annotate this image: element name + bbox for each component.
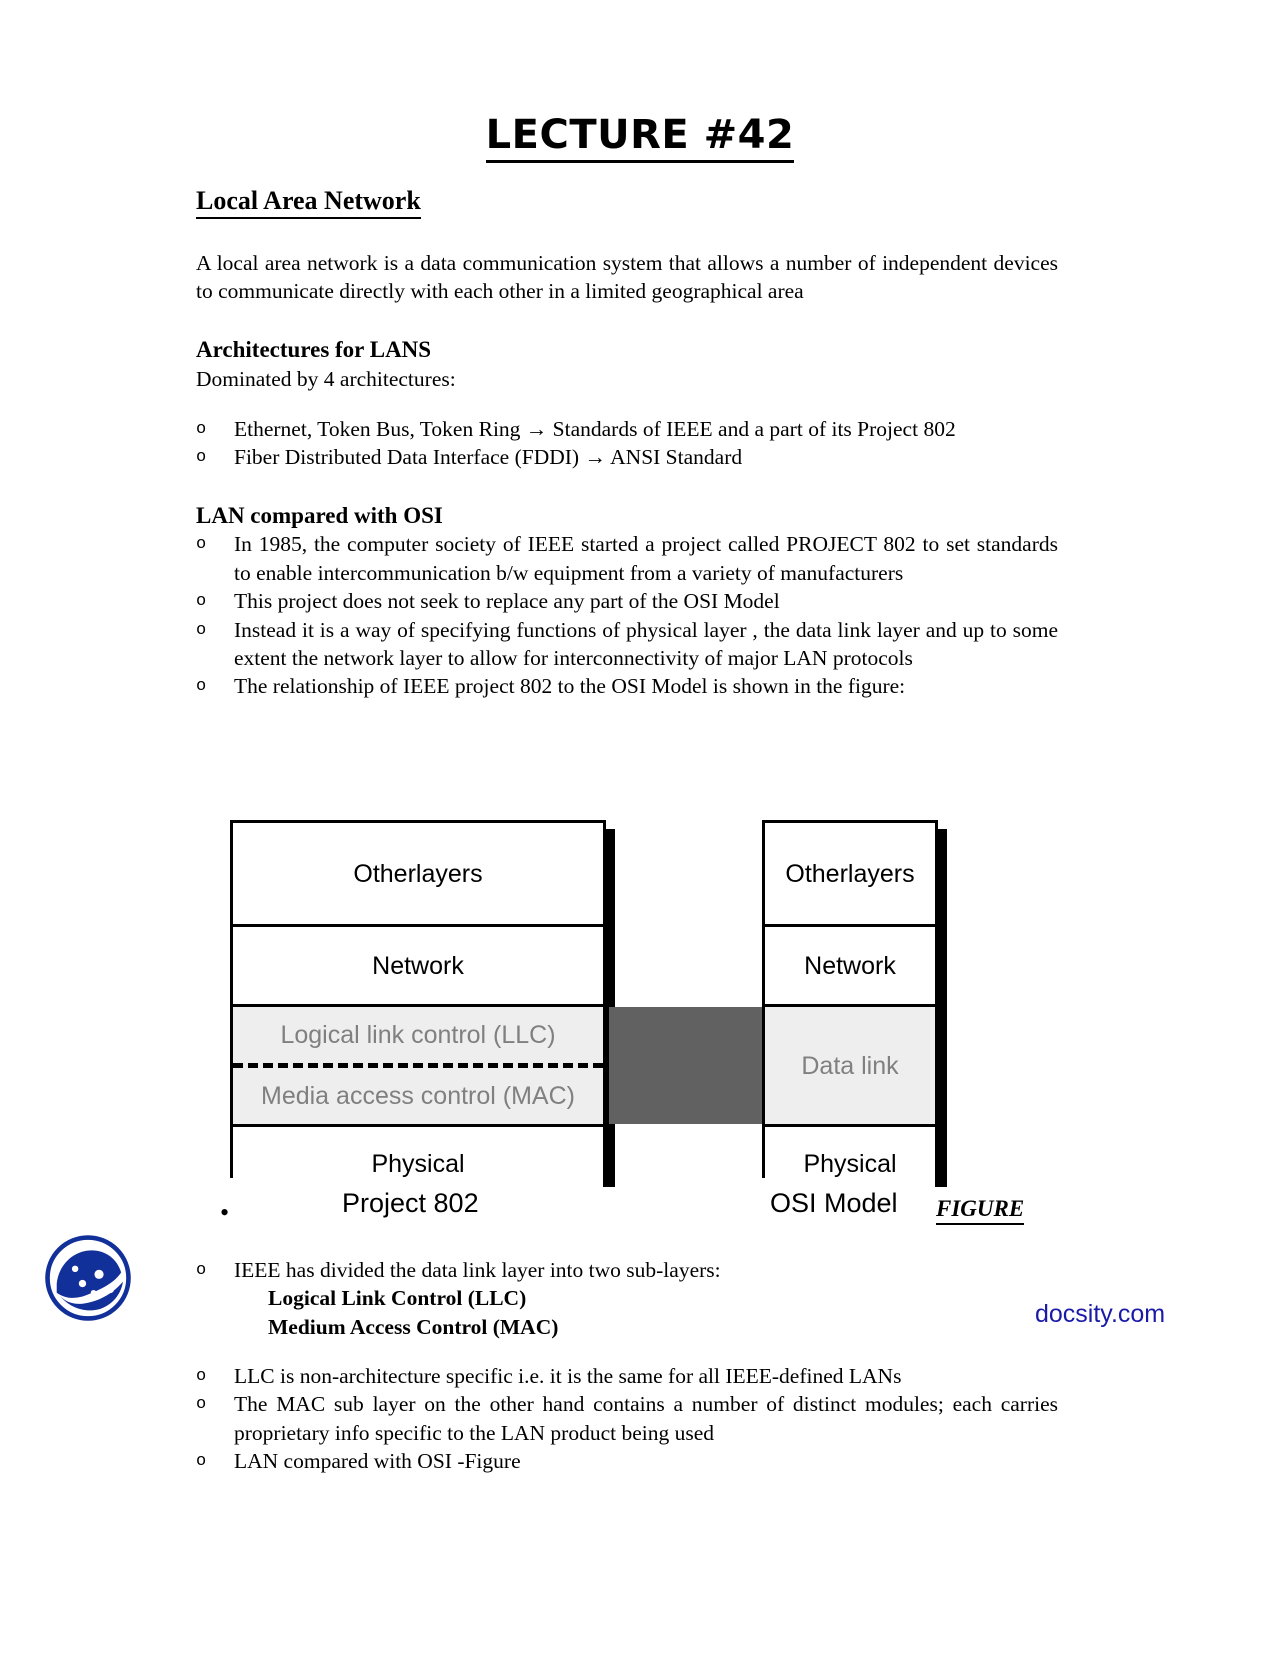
page-title-text: LECTURE #42 [485, 112, 795, 163]
list-item-label: LAN compared with OSI -Figure [234, 1449, 521, 1474]
bullet-marker-icon: o [196, 592, 207, 612]
sublayers-list: o IEEE has divided the data link layer i… [196, 1256, 1058, 1284]
list-item: o This project does not seek to replace … [196, 587, 1058, 615]
closing-block: o LLC is non-architecture specific i.e. … [196, 1362, 1058, 1476]
caption-project-802: Project 802 [342, 1188, 479, 1218]
figure-bullet-marker-icon: • [220, 1198, 230, 1227]
bullet-marker-icon: o [196, 1261, 207, 1280]
closing-list: o LLC is non-architecture specific i.e. … [196, 1362, 1058, 1476]
section-heading-local-area-network: Local Area Network [196, 186, 421, 219]
bullet-marker-icon: o [196, 620, 207, 640]
docsity-logo [42, 1232, 134, 1324]
list-item: o Ethernet, Token Bus, Token Ring → Stan… [196, 415, 1058, 443]
list-item: o IEEE has divided the data link layer i… [196, 1256, 1058, 1284]
figure-label: FIGURE [936, 1196, 1025, 1225]
project-802-stack: Other layers Network Logical link contro… [230, 820, 606, 1200]
list-item-label: In 1985, the computer society of IEEE st… [234, 532, 1058, 585]
cell-data-link-osi: Data link [765, 1007, 935, 1124]
list-item: o LLC is non-architecture specific i.e. … [196, 1362, 1058, 1390]
list-item-label: Instead it is a way of specifying functi… [234, 617, 1058, 670]
cell-network-project802: Network [233, 927, 603, 1007]
cell-logical-link-control: Logical link control (LLC) [233, 1007, 603, 1063]
sublayer-mac: Medium Access Control (MAC) [268, 1314, 559, 1339]
list-item-label: Fiber Distributed Data Interface (FDDI) … [234, 445, 743, 470]
cell-network-osi: Network [765, 927, 935, 1007]
list-item-label: The relationship of IEEE project 802 to … [234, 674, 906, 699]
subheading-lan-compared-with-osi: LAN compared with OSI [196, 502, 443, 528]
page-title: LECTURE #42 [0, 0, 1280, 163]
architectures-lead: Dominated by 4 architectures: [196, 366, 456, 391]
bullet-marker-icon: o [196, 535, 207, 555]
bullet-marker-icon: o [196, 1367, 207, 1386]
bullet-marker-icon: o [196, 448, 207, 468]
bullet-marker-icon: o [196, 1452, 207, 1472]
osi-model-stack: Other layers Network Data link Physical [762, 820, 938, 1200]
osi-project802-figure: Other layers Network Logical link contro… [220, 820, 1025, 1250]
subheading-architectures-for-lans: Architectures for LANS [196, 336, 432, 362]
cell-line-1: Other [785, 859, 848, 888]
document-body: Local Area Network A local area network … [196, 186, 1058, 701]
sublayer-llc: Logical Link Control (LLC) [268, 1286, 527, 1311]
cell-media-access-control: Media access control (MAC) [233, 1068, 603, 1124]
list-item: o The relationship of IEEE project 802 t… [196, 672, 1058, 700]
bullet-marker-icon: o [196, 677, 207, 697]
list-item-label: The MAC sub layer on the other hand cont… [234, 1392, 1058, 1445]
list-item: o LAN compared with OSI -Figure [196, 1447, 1058, 1475]
list-item-label: LLC is non-architecture specific i.e. it… [234, 1364, 902, 1388]
document-page: LECTURE #42 Local Area Network A local a… [0, 0, 1280, 1656]
list-item: o In 1985, the computer society of IEEE … [196, 530, 1058, 587]
list-item-label: Ethernet, Token Bus, Token Ring → Standa… [234, 416, 956, 441]
architectures-list: o Ethernet, Token Bus, Token Ring → Stan… [196, 415, 1058, 472]
bullet-marker-icon: o [196, 419, 207, 439]
intro-paragraph: A local area network is a data communica… [196, 251, 1058, 304]
list-item-label: This project does not seek to replace an… [234, 589, 780, 614]
cell-other-layers-osi: Other layers [765, 823, 935, 927]
cell-other-layers-project802: Other layers [233, 823, 603, 927]
cell-line-1: Other [353, 859, 416, 888]
bullet-marker-icon: o [196, 1395, 207, 1415]
sublayers-block: o IEEE has divided the data link layer i… [196, 1256, 1058, 1341]
list-item: o The MAC sub layer on the other hand co… [196, 1390, 1058, 1447]
cell-line-2: layers [847, 859, 915, 888]
list-item: o Fiber Distributed Data Interface (FDDI… [196, 443, 1058, 471]
caption-osi-model: OSI Model [770, 1188, 898, 1218]
data-link-connector-block [609, 1007, 765, 1124]
list-item-label: IEEE has divided the data link layer int… [234, 1258, 721, 1282]
figure-captions: • Project 802 OSI Model FIGURE [220, 1188, 1025, 1228]
lan-osi-list: o In 1985, the computer society of IEEE … [196, 530, 1058, 700]
cell-line-2: layers [415, 859, 483, 888]
list-item: o Instead it is a way of specifying func… [196, 616, 1058, 673]
